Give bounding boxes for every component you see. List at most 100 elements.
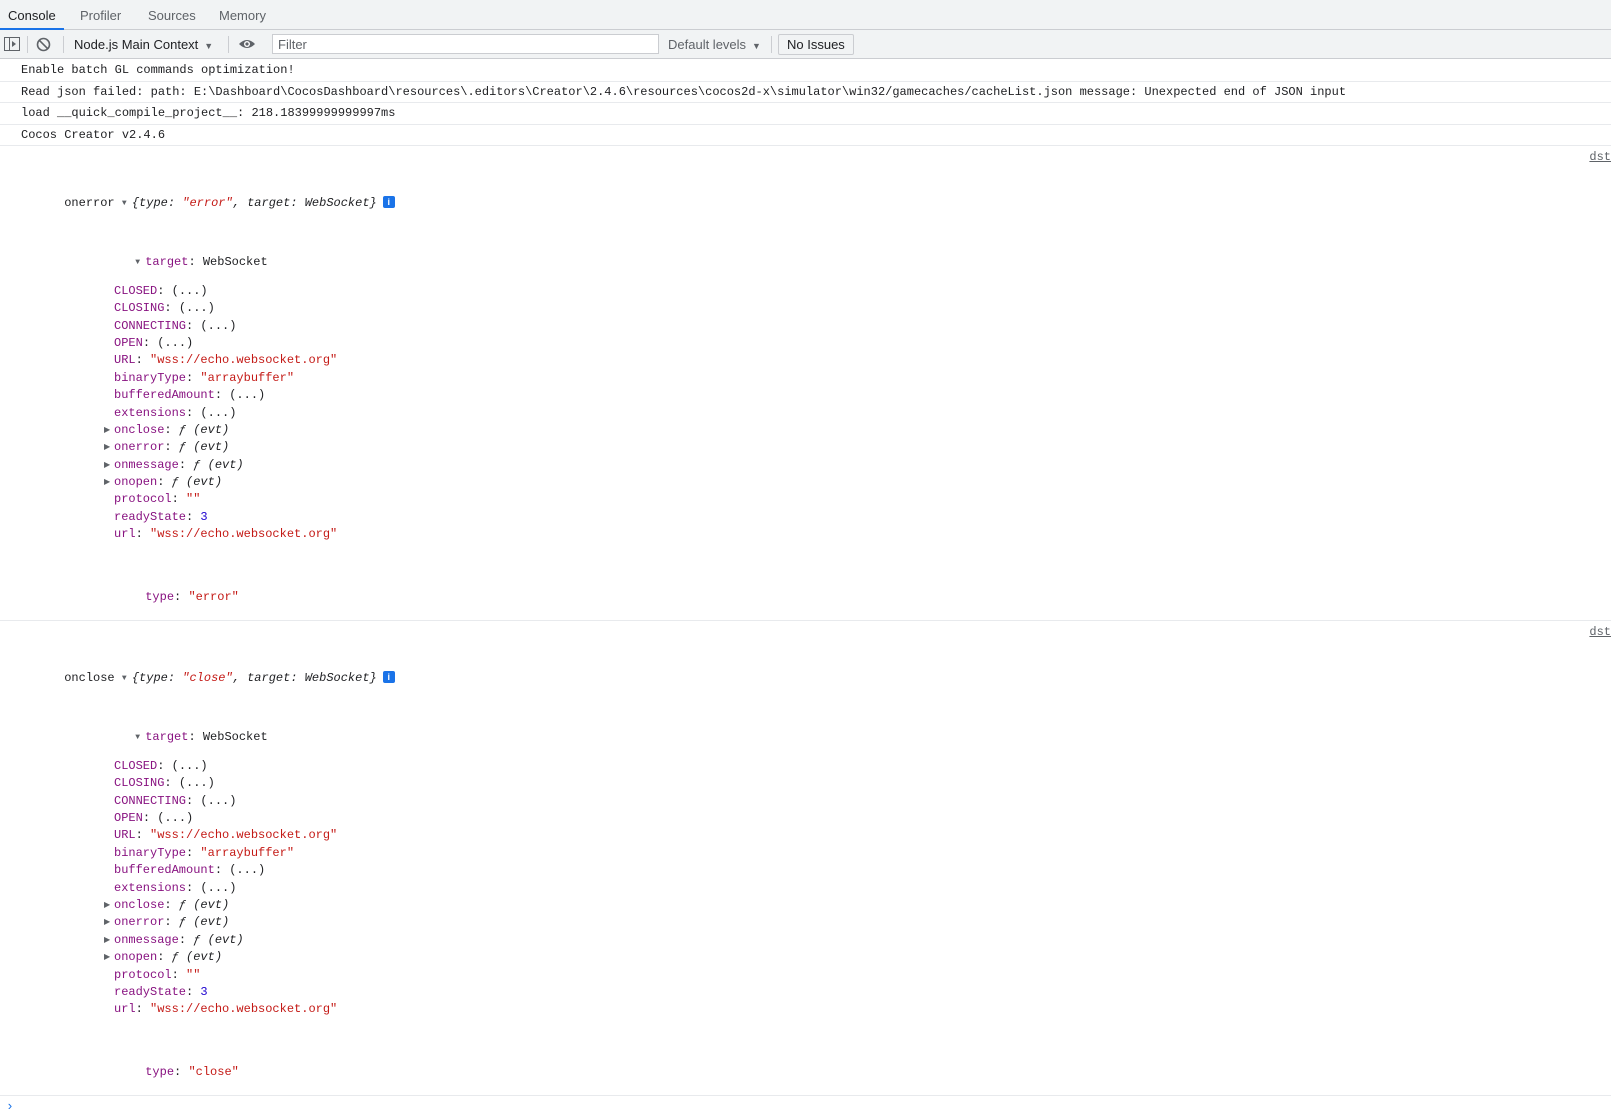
property-row: bufferedAmount: (...) — [114, 863, 266, 878]
expand-triangle-icon[interactable]: ▶ — [104, 422, 114, 439]
property-row[interactable]: ▶ onmessage: ƒ (evt) — [0, 932, 1611, 949]
property-key: onerror — [114, 440, 165, 455]
property-value: (...) — [178, 301, 215, 316]
property-value: "" — [186, 967, 201, 982]
console-message: load __quick_compile_project__: 218.1839… — [0, 103, 1611, 125]
console-object-message: onerror ▼ {type: "error", target: WebSock… — [0, 146, 1611, 622]
expand-triangle-icon[interactable]: ▶ — [104, 932, 114, 949]
devtools-tab-strip: Console Profiler Sources Memory — [0, 0, 1611, 30]
info-icon[interactable]: i — [382, 671, 395, 684]
property-row[interactable]: ▶ onclose: ƒ (evt) — [0, 422, 1611, 439]
expand-triangle-icon[interactable]: ▶ — [104, 914, 114, 931]
context-selector-label: Node.js Main Context — [74, 37, 199, 52]
property-row: extensions: (...) — [114, 880, 237, 895]
expand-triangle-icon[interactable]: ▶ — [104, 949, 114, 966]
property-key: OPEN — [114, 335, 143, 350]
property-key: URL — [114, 353, 136, 368]
property-value: ƒ (evt) — [178, 440, 230, 455]
toolbar-divider — [63, 36, 64, 53]
property-key: extensions — [114, 405, 187, 420]
property-row[interactable]: ▶ onclose: ƒ (evt) — [0, 897, 1611, 914]
property-row: CLOSED: (...) — [114, 283, 208, 298]
property-value: ƒ (evt) — [193, 932, 244, 947]
property-key: CLOSED — [114, 283, 158, 298]
target-row[interactable]: ▼ target: WebSocket — [0, 712, 1611, 744]
object-header-row[interactable]: onclose ▼ {type: "close", target: WebSock… — [0, 653, 1611, 685]
issues-button[interactable]: No Issues — [778, 34, 854, 55]
property-value: ƒ (evt) — [193, 457, 244, 472]
expand-triangle-icon[interactable]: ▶ — [104, 457, 114, 474]
property-value: "" — [186, 492, 201, 507]
property-row: CLOSING: (...) — [114, 301, 215, 316]
property-value: 3 — [200, 984, 208, 999]
property-value: ƒ (evt) — [171, 475, 223, 490]
log-levels-dropdown[interactable]: Default levels ▼ — [668, 30, 761, 59]
console-prompt-row[interactable]: › — [0, 1096, 1611, 1118]
toolbar-divider — [771, 36, 772, 53]
console-message: Read json failed: path: E:\Dashboard\Coc… — [0, 82, 1611, 103]
expand-triangle-icon[interactable]: ▼ — [122, 670, 132, 687]
property-value: (...) — [200, 405, 237, 420]
property-row: readyState: 3 — [114, 984, 208, 999]
eye-icon[interactable] — [238, 38, 256, 50]
property-key: onmessage — [114, 457, 179, 472]
property-value: "wss://echo.websocket.org" — [150, 353, 338, 368]
console-message: Cocos Creator v2.4.6 — [0, 125, 1611, 146]
property-value: "wss://echo.websocket.org" — [150, 828, 338, 843]
tab-console[interactable]: Console — [0, 0, 64, 30]
expand-triangle-icon[interactable]: ▼ — [135, 254, 145, 271]
toolbar-divider — [228, 36, 229, 53]
source-link[interactable]: dst — [1589, 150, 1611, 164]
property-value: 3 — [200, 509, 208, 524]
property-key: onopen — [114, 475, 158, 490]
property-key: onmessage — [114, 932, 179, 947]
property-list: CLOSED: (...) CLOSING: (...) CONNECTING: (… — [0, 758, 1611, 1019]
target-row[interactable]: ▼ target: WebSocket — [0, 237, 1611, 269]
source-link[interactable]: dst — [1589, 625, 1611, 639]
clear-console-icon[interactable] — [36, 37, 51, 52]
property-value: "error" — [188, 589, 239, 604]
expand-triangle-icon[interactable]: ▶ — [104, 897, 114, 914]
property-row: url: "wss://echo.websocket.org" — [114, 1002, 338, 1017]
property-value: (...) — [171, 758, 208, 773]
filter-input[interactable] — [272, 34, 659, 54]
property-row: binaryType: "arraybuffer" — [114, 370, 295, 385]
property-key: type — [145, 589, 175, 604]
property-row[interactable]: ▶ onmessage: ƒ (evt) — [0, 457, 1611, 474]
info-icon[interactable]: i — [382, 196, 395, 208]
context-selector[interactable]: Node.js Main Context ▼ — [74, 30, 213, 59]
expand-triangle-icon[interactable]: ▼ — [122, 195, 132, 212]
property-key: protocol — [114, 492, 172, 507]
property-key: binaryType — [114, 370, 187, 385]
summary-key: target — [247, 196, 291, 210]
property-key: bufferedAmount — [114, 863, 215, 878]
property-row[interactable]: ▶ onerror: ƒ (evt) — [0, 439, 1611, 456]
property-row[interactable]: ▶ onerror: ƒ (evt) — [0, 914, 1611, 931]
property-key: CLOSING — [114, 776, 165, 791]
property-key: extensions — [114, 880, 187, 895]
property-value: ƒ (evt) — [178, 422, 230, 437]
property-row[interactable]: ▶ onopen: ƒ (evt) — [0, 474, 1611, 491]
console-toolbar: Node.js Main Context ▼ Default levels ▼ No… — [0, 30, 1611, 59]
tab-profiler[interactable]: Profiler — [72, 0, 129, 30]
property-value: ƒ (evt) — [178, 897, 230, 912]
sidebar-toggle-icon[interactable] — [4, 37, 20, 51]
property-row: CONNECTING: (...) — [114, 793, 237, 808]
property-value: (...) — [157, 335, 194, 350]
property-key: onclose — [114, 897, 165, 912]
property-row: bufferedAmount: (...) — [114, 388, 266, 403]
tab-sources[interactable]: Sources — [140, 0, 204, 30]
property-value: "close" — [188, 1064, 239, 1079]
expand-triangle-icon[interactable]: ▼ — [135, 729, 145, 746]
property-key: bufferedAmount — [114, 388, 215, 403]
log-levels-label: Default levels — [668, 37, 747, 52]
property-value: (...) — [200, 318, 237, 333]
expand-triangle-icon[interactable]: ▶ — [104, 474, 114, 491]
property-row: url: "wss://echo.websocket.org" — [114, 527, 338, 542]
property-row: CONNECTING: (...) — [114, 318, 237, 333]
object-header-row[interactable]: onerror ▼ {type: "error", target: WebSock… — [0, 178, 1611, 210]
property-key: OPEN — [114, 810, 143, 825]
property-row[interactable]: ▶ onopen: ƒ (evt) — [0, 949, 1611, 966]
expand-triangle-icon[interactable]: ▶ — [104, 439, 114, 456]
tab-memory[interactable]: Memory — [211, 0, 274, 30]
